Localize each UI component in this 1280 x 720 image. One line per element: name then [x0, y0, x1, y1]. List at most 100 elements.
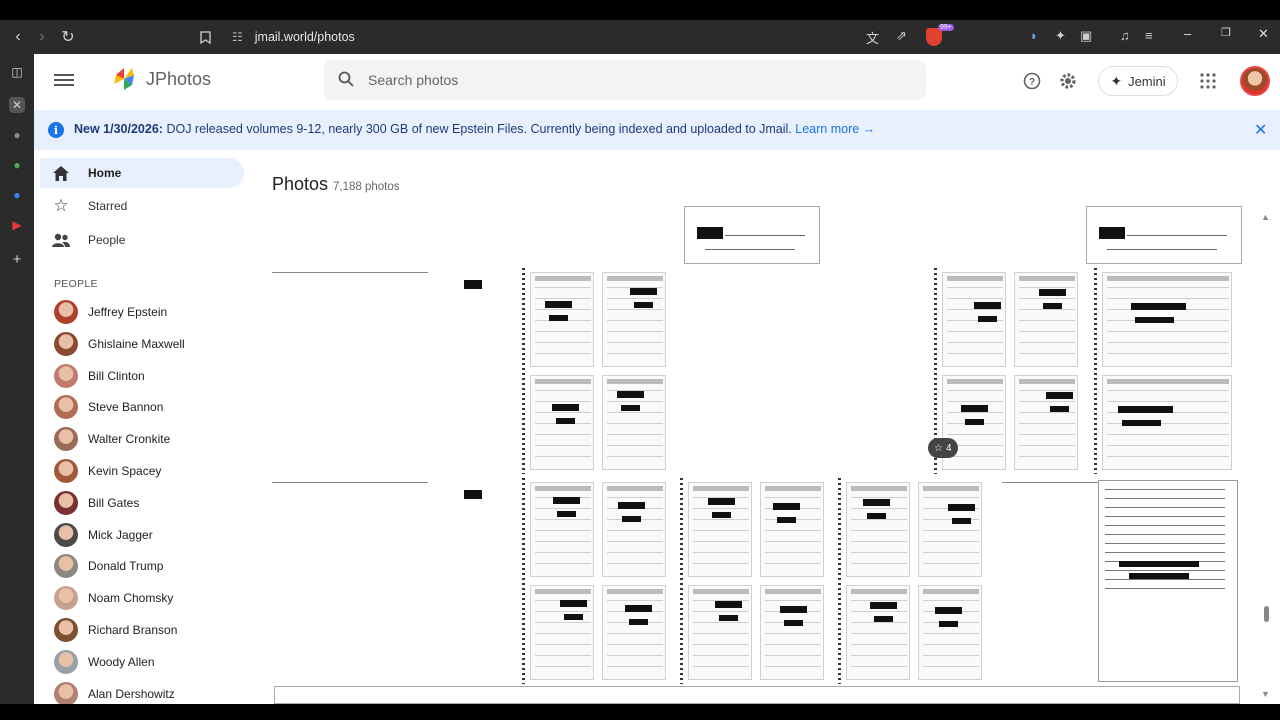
announcement-banner: i New 1/30/2026: DOJ released volumes 9-…	[34, 110, 1280, 150]
music-icon[interactable]: ♫	[1120, 28, 1130, 43]
person-item[interactable]: Jeffrey Epstein	[54, 299, 244, 325]
sidebar-item-label: Starred	[88, 199, 128, 213]
person-item[interactable]: Mick Jagger	[54, 522, 244, 548]
panel-icon[interactable]: ◫	[9, 64, 25, 80]
avatar	[54, 459, 78, 483]
person-item[interactable]: Bill Clinton	[54, 363, 244, 389]
avatar	[54, 522, 78, 547]
apps-grid-icon[interactable]	[1197, 70, 1219, 92]
screen: ‹ › ↻ ☷ jmail.world/photos 文 ⇗ 99+ ◗ ✦ ▣…	[0, 0, 1280, 720]
avatar	[54, 681, 78, 704]
person-item[interactable]: Kevin Spacey	[54, 458, 244, 484]
minimize-icon[interactable]: –	[1184, 26, 1191, 41]
message-slip	[602, 585, 666, 680]
person-item[interactable]: Bill Gates	[54, 490, 244, 516]
brave-badge: 99+	[938, 24, 954, 31]
url-text: jmail.world/photos	[254, 30, 355, 44]
reload-icon[interactable]: ↻	[58, 27, 78, 47]
person-item[interactable]: Woody Allen	[54, 649, 244, 675]
photo-star-badge[interactable]: ☆ 4	[928, 438, 958, 458]
browser-sidebar: ◫ ✕ ● ● ● ▶ +	[0, 54, 34, 704]
home-icon	[52, 164, 70, 182]
bookmark-icon[interactable]	[195, 27, 215, 47]
avatar	[54, 363, 78, 388]
speech-icon[interactable]: ◗	[1030, 28, 1038, 43]
add-tab-icon[interactable]: +	[9, 251, 25, 268]
account-avatar[interactable]	[1240, 66, 1270, 96]
photo-thumbnail[interactable]	[272, 686, 1242, 704]
translate-icon[interactable]: 文	[866, 28, 879, 47]
site-settings-icon[interactable]: ☷	[232, 30, 243, 44]
avatar	[54, 649, 78, 674]
forward-icon[interactable]: ›	[32, 27, 52, 47]
star-icon: ☆	[53, 196, 69, 215]
jphotos-app: JPhotos ? ✦ Jemini i New 1/30/2	[34, 54, 1280, 704]
person-item[interactable]: Ghislaine Maxwell	[54, 331, 244, 357]
sidebar-item-people[interactable]: People	[40, 225, 244, 255]
banner-text: New 1/30/2026: DOJ released volumes 9-12…	[74, 122, 875, 136]
person-name: Ghislaine Maxwell	[88, 336, 185, 351]
person-name: Kevin Spacey	[88, 464, 162, 478]
extensions-icon[interactable]: ✦	[1055, 28, 1066, 44]
document-page	[1098, 480, 1238, 682]
avatar	[54, 618, 78, 642]
message-slip	[1086, 206, 1242, 264]
banner-close-icon[interactable]: ✕	[1254, 120, 1267, 140]
photo-thumbnail[interactable]	[836, 478, 992, 684]
tab-close-icon[interactable]: ✕	[9, 97, 25, 113]
message-slip	[688, 585, 752, 680]
avatar	[54, 554, 78, 579]
help-icon[interactable]: ?	[1021, 70, 1043, 92]
sidebar-item-label: Home	[88, 166, 122, 180]
banner-message: DOJ released volumes 9-12, nearly 300 GB…	[166, 122, 792, 136]
person-name: Jeffrey Epstein	[88, 305, 168, 319]
photo-thumbnail[interactable]	[1092, 268, 1242, 474]
photo-thumbnail[interactable]	[1084, 206, 1242, 266]
person-item[interactable]: Walter Cronkite	[54, 426, 244, 452]
youtube-icon[interactable]: ▶	[9, 217, 25, 233]
hamburger-menu-icon[interactable]	[54, 71, 74, 91]
message-slip	[760, 585, 824, 680]
message-slip	[602, 375, 666, 470]
sidebar-item-starred[interactable]: ☆ Starred	[40, 191, 244, 221]
sidebar-item-home[interactable]: Home	[40, 158, 244, 188]
scrollbar-thumb[interactable]	[1264, 606, 1269, 622]
photo-thumbnail[interactable]	[520, 268, 676, 474]
person-item[interactable]: Steve Bannon	[54, 394, 244, 420]
scroll-down-icon[interactable]: ▼	[1261, 689, 1270, 699]
photo-thumbnail[interactable]	[272, 478, 512, 684]
globe-icon[interactable]: ●	[9, 127, 25, 143]
person-name: Bill Clinton	[88, 368, 145, 383]
jemini-button[interactable]: ✦ Jemini	[1098, 66, 1178, 96]
message-slip	[846, 482, 910, 577]
search-input[interactable]	[368, 69, 868, 91]
person-item[interactable]: Donald Trump	[54, 553, 244, 579]
search-bar[interactable]	[324, 60, 926, 100]
back-icon[interactable]: ‹	[8, 27, 28, 47]
window-close-icon[interactable]: ✕	[1258, 26, 1269, 42]
person-item[interactable]: Alan Dershowitz	[54, 681, 244, 704]
photo-thumbnail[interactable]	[678, 478, 834, 684]
scroll-up-icon[interactable]: ▲	[1261, 212, 1270, 222]
person-item[interactable]: Richard Branson	[54, 617, 244, 643]
person-name: Bill Gates	[88, 495, 140, 510]
people-section-header: PEOPLE	[54, 278, 98, 290]
photo-thumbnail[interactable]	[520, 478, 676, 684]
photo-thumbnail[interactable]	[682, 206, 822, 266]
photo-thumbnail[interactable]	[1002, 478, 1242, 684]
search-icon	[338, 71, 354, 87]
menu-icon[interactable]: ≡	[1145, 28, 1153, 43]
address-bar[interactable]: ☷ jmail.world/photos	[222, 23, 952, 51]
avatar	[54, 300, 78, 324]
google-icon[interactable]: ●	[9, 157, 25, 173]
settings-gear-icon[interactable]	[1057, 70, 1079, 92]
avatar	[54, 427, 78, 452]
share-icon[interactable]: ⇗	[896, 28, 907, 44]
app-icon[interactable]: ●	[9, 187, 25, 203]
learn-more-link[interactable]: Learn more →	[795, 122, 875, 136]
restore-icon[interactable]: ❐	[1221, 26, 1231, 39]
sidebar-toggle-icon[interactable]: ▣	[1080, 28, 1092, 44]
photos-main: Photos 7,188 photos ☆ 4	[254, 150, 1280, 704]
photo-thumbnail[interactable]	[272, 268, 512, 474]
person-item[interactable]: Noam Chomsky	[54, 585, 244, 611]
